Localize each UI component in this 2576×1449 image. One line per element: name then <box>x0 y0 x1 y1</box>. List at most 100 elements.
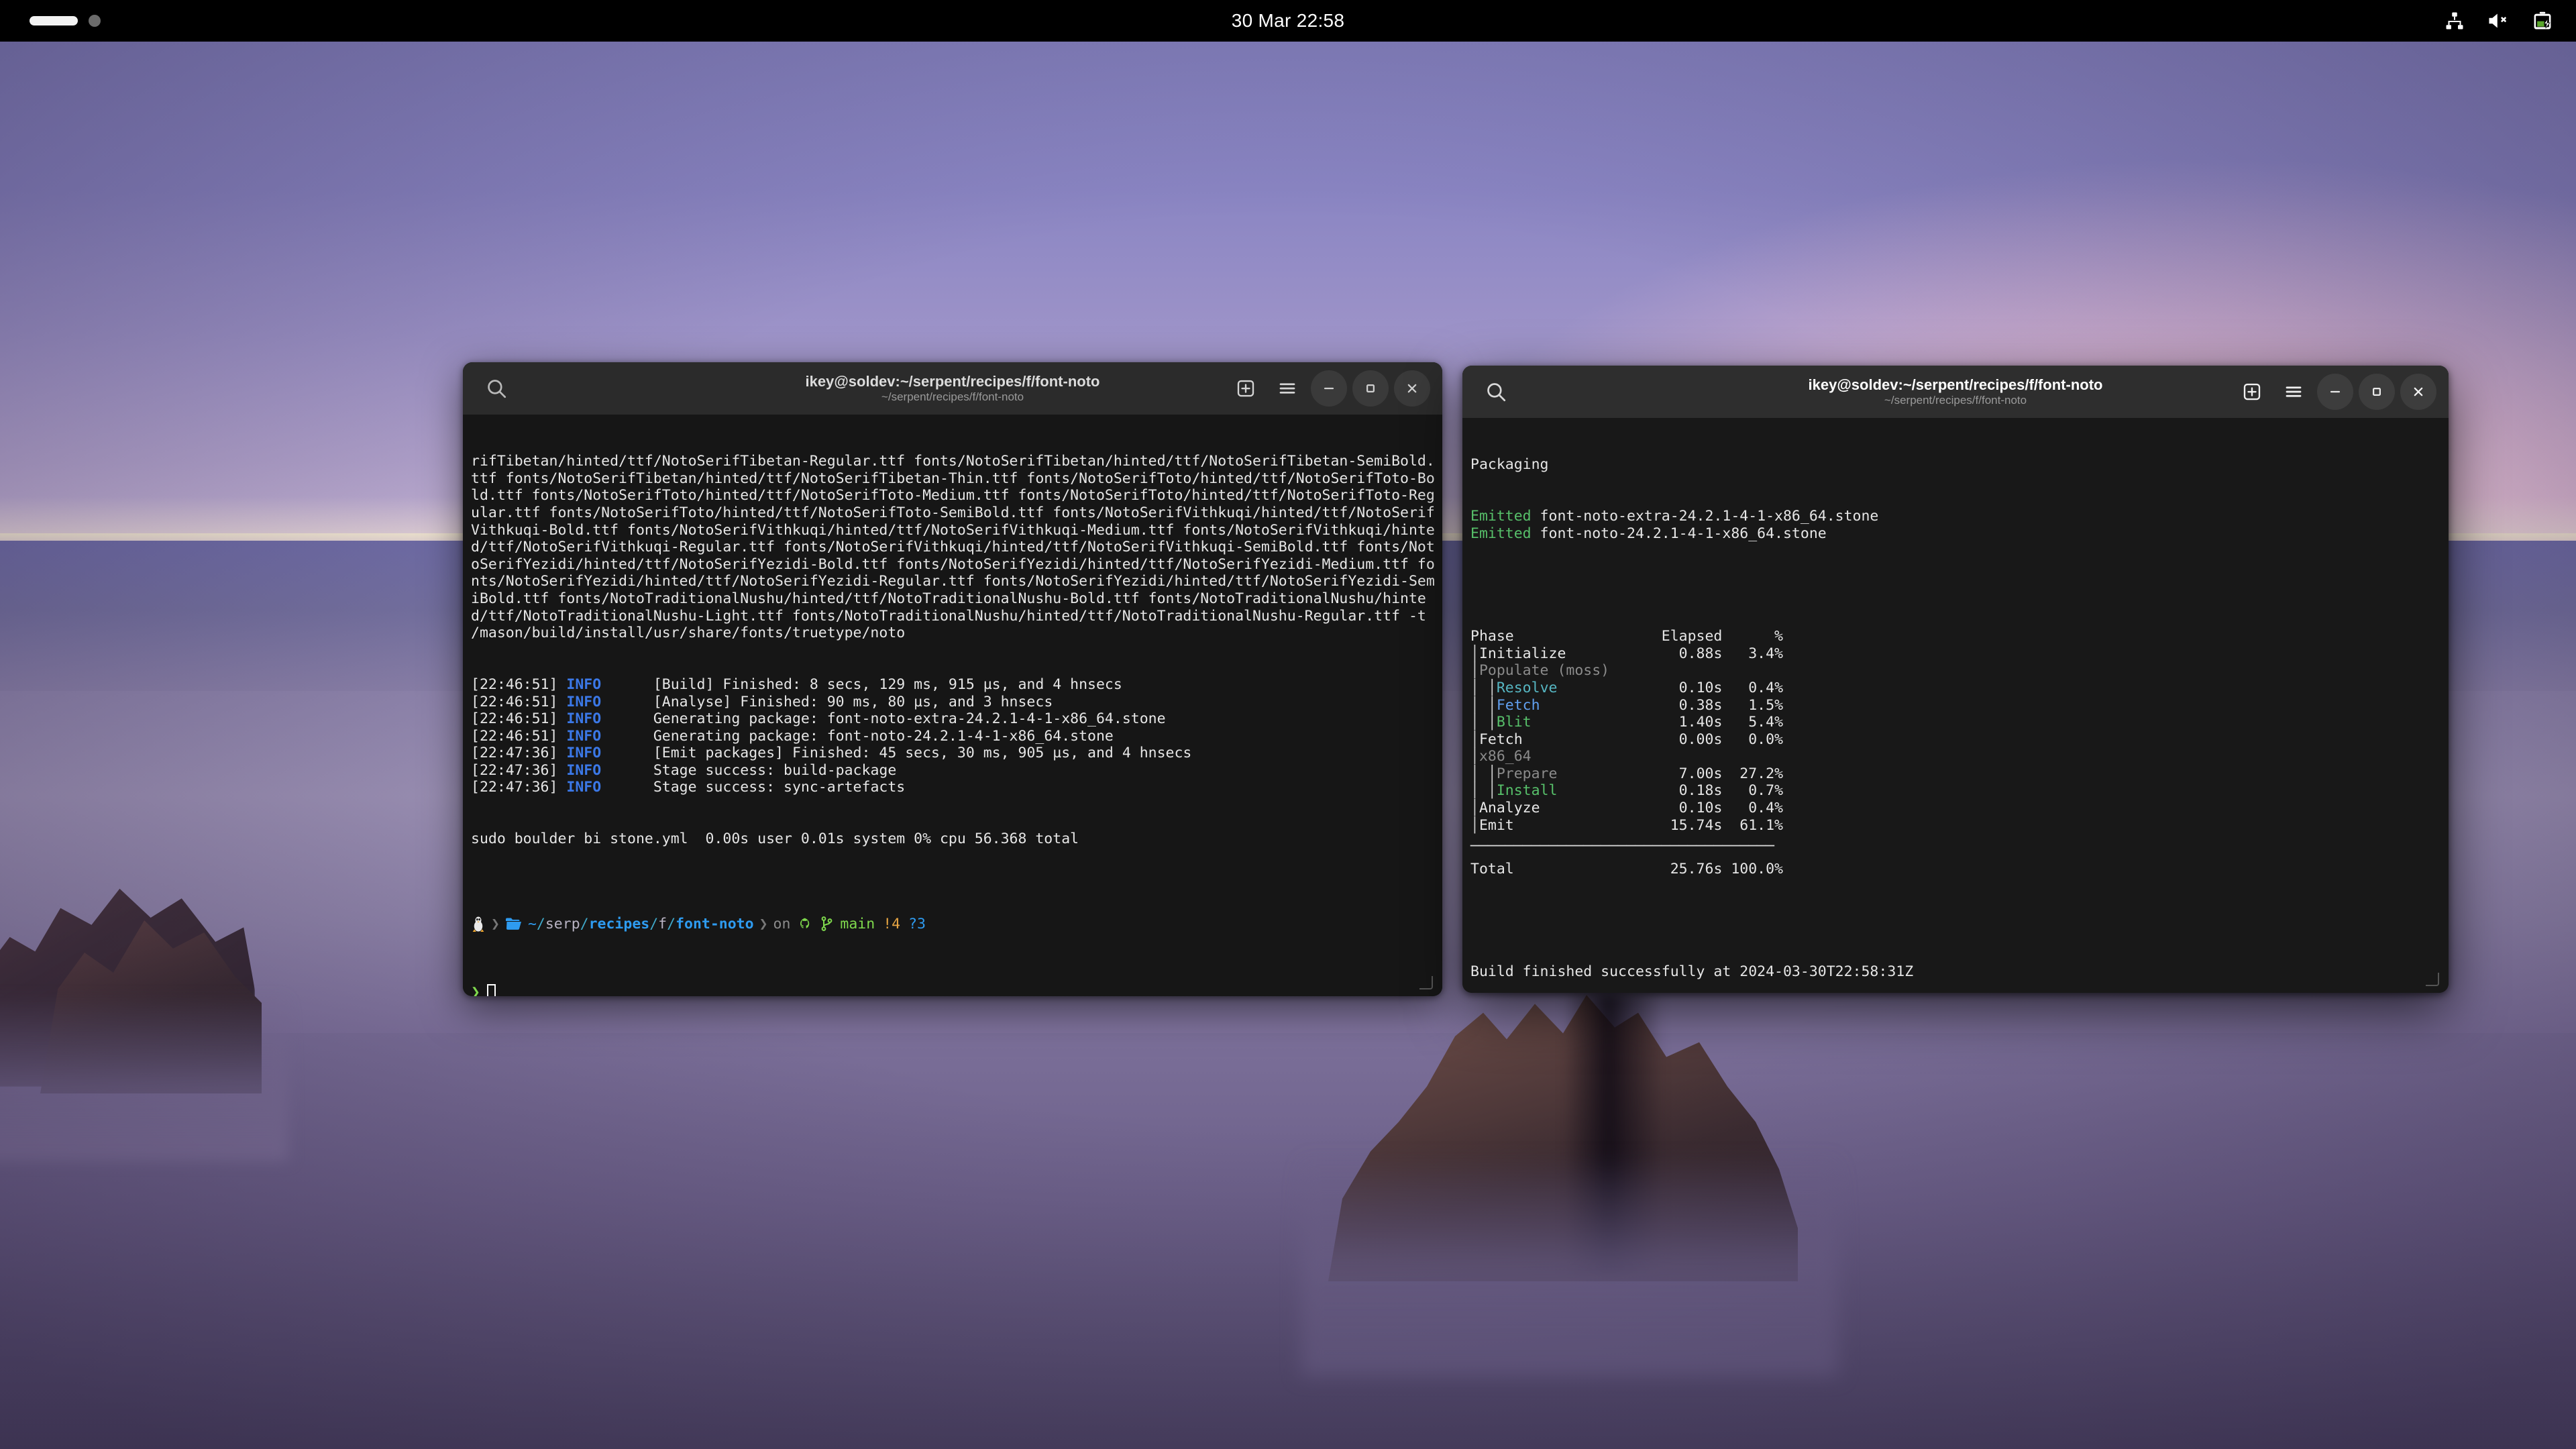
phase-percent: 5.4% <box>1722 714 1784 731</box>
maximize-button[interactable] <box>1352 370 1389 407</box>
search-icon[interactable] <box>478 370 515 407</box>
prompt-path-1: recipes <box>588 915 650 932</box>
resize-grip[interactable] <box>1419 976 1433 989</box>
table-row: │Analyze 0.10s 0.4% <box>1470 800 2442 817</box>
phase-elapsed: 7.00s <box>1661 765 1723 782</box>
log-line: [22:46:51] INFO Generating package: font… <box>471 728 1436 745</box>
table-row: │ │Blit 1.40s 5.4% <box>1470 714 2442 731</box>
titlebar-left[interactable]: ikey@soldev:~/serpent/recipes/f/font-not… <box>463 362 1442 415</box>
log-time: [22:47:36] <box>471 745 567 762</box>
log-message: Stage success: build-package <box>601 761 897 779</box>
log-time: [22:46:51] <box>471 693 567 710</box>
window-title: ikey@soldev:~/serpent/recipes/f/font-not… <box>805 372 1100 390</box>
resize-grip[interactable] <box>2426 973 2439 986</box>
phase-percent: 27.2% <box>1722 765 1784 782</box>
phase-elapsed: 0.00s <box>1661 731 1723 748</box>
battery-charging-icon[interactable] <box>2532 11 2553 31</box>
phase-percent: 61.1% <box>1722 816 1783 834</box>
log-time: [22:47:36] <box>471 761 567 779</box>
log-line: [22:46:51] INFO Generating package: font… <box>471 710 1436 728</box>
log-time: [22:46:51] <box>471 676 567 693</box>
total-percent: 100.0% <box>1722 860 1783 877</box>
linux-penguin-icon <box>471 916 486 932</box>
log-lines: [22:46:51] INFO [Build] Finished: 8 secs… <box>471 676 1436 796</box>
terminal-window-right[interactable]: ikey@soldev:~/serpent/recipes/f/font-not… <box>1462 366 2449 993</box>
prompt-path-2: f <box>658 915 667 932</box>
table-header-row: Phase Elapsed % <box>1470 628 2442 645</box>
log-line: [22:47:36] INFO Stage success: sync-arte… <box>471 779 1436 796</box>
minimize-button[interactable] <box>1311 370 1347 407</box>
phase-name: Fetch <box>1479 731 1662 748</box>
titlebar-right[interactable]: ikey@soldev:~/serpent/recipes/f/font-not… <box>1462 366 2449 418</box>
phase-elapsed <box>1662 662 1723 679</box>
top-panel: 30 Mar 22:58 <box>0 0 2576 42</box>
menu-button[interactable] <box>1269 370 1305 407</box>
new-tab-button[interactable] <box>1228 370 1264 407</box>
workspace-active-indicator[interactable] <box>30 16 78 25</box>
git-branch-icon <box>820 916 833 932</box>
tree-guide: │ <box>1470 748 1479 765</box>
phase-name: Emit <box>1479 816 1662 834</box>
log-level: INFO <box>566 779 602 796</box>
log-level: INFO <box>566 710 602 728</box>
prompt-input-arrow: ❯ <box>471 983 480 996</box>
network-wired-icon[interactable] <box>2445 11 2465 31</box>
phase-elapsed: 0.38s <box>1661 696 1723 714</box>
search-icon[interactable] <box>1477 373 1515 411</box>
phase-name: x86_64 <box>1479 748 1662 765</box>
total-elapsed: 25.76s <box>1661 860 1723 877</box>
phase-name: Install <box>1496 782 1662 800</box>
table-row: │Populate (moss) <box>1470 662 2442 680</box>
terminal-window-left[interactable]: ikey@soldev:~/serpent/recipes/f/font-not… <box>463 362 1442 996</box>
phase-name: Prepare <box>1496 765 1662 782</box>
terminal-output-left[interactable]: rifTibetan/hinted/ttf/NotoSerifTibetan-R… <box>463 415 1442 996</box>
clock[interactable]: 30 Mar 22:58 <box>1232 10 1345 32</box>
prompt-untracked-count: ?3 <box>908 915 926 932</box>
log-level: INFO <box>566 761 602 779</box>
table-row: │Emit 15.74s 61.1% <box>1470 817 2442 835</box>
phase-percent: 0.4% <box>1722 679 1784 696</box>
phase-percent: 0.4% <box>1722 800 1783 817</box>
window-controls-right <box>2234 366 2436 418</box>
github-octocat-icon <box>798 916 814 931</box>
menu-button[interactable] <box>2275 374 2312 410</box>
prompt-branch: main <box>840 915 875 932</box>
emitted-label: Emitted <box>1470 525 1532 542</box>
table-row: │ │Install 0.18s 0.7% <box>1470 782 2442 800</box>
phase-percent: 3.4% <box>1722 645 1783 662</box>
emitted-line: Emitted font-noto-extra-24.2.1-4-1-x86_6… <box>1470 508 2442 525</box>
total-label: Total <box>1470 860 1662 877</box>
log-message: Generating package: font-noto-24.2.1-4-1… <box>601 727 1114 745</box>
volume-muted-icon[interactable] <box>2487 11 2509 30</box>
log-line: [22:47:36] INFO [Emit packages] Finished… <box>471 745 1436 762</box>
prompt-on-label: on <box>773 915 791 932</box>
log-message: [Analyse] Finished: 90 ms, 80 µs, and 3 … <box>601 693 1053 710</box>
phase-timing-table: Phase Elapsed % │Initialize 0.88s 3.4% │Po… <box>1470 628 2442 877</box>
packaging-header: Packaging <box>1470 456 1549 474</box>
close-button[interactable] <box>1394 370 1430 407</box>
log-time: [22:46:51] <box>471 727 567 745</box>
tree-guide: │ │ <box>1470 696 1497 714</box>
new-tab-button[interactable] <box>2234 374 2270 410</box>
log-level: INFO <box>566 693 602 710</box>
tree-guide: │ <box>1470 662 1479 680</box>
prompt-path-0: serp <box>545 915 580 932</box>
terminal-output-right[interactable]: Packaging Emitted font-noto-extra-24.2.1… <box>1462 418 2449 993</box>
phase-percent: 0.7% <box>1722 782 1784 800</box>
tree-guide: │ <box>1470 816 1479 834</box>
workspace-inactive-indicator[interactable] <box>89 15 101 27</box>
log-line: [22:47:36] INFO Stage success: build-pac… <box>471 762 1436 780</box>
maximize-button[interactable] <box>2359 374 2395 410</box>
minimize-button[interactable] <box>2317 374 2353 410</box>
tree-guide: │ │ <box>1470 679 1497 696</box>
log-message: [Emit packages] Finished: 45 secs, 30 ms… <box>601 745 1192 762</box>
log-time: [22:46:51] <box>471 710 567 728</box>
tree-guide: │ <box>1470 731 1479 748</box>
close-button[interactable] <box>2400 374 2436 410</box>
text-cursor <box>486 984 496 996</box>
workspace-switcher[interactable] <box>30 15 101 27</box>
shell-input-row-left[interactable]: ❯ <box>471 984 1436 996</box>
emitted-label: Emitted <box>1470 507 1532 525</box>
log-line: [22:46:51] INFO [Build] Finished: 8 secs… <box>471 676 1436 694</box>
system-tray <box>2445 11 2553 31</box>
